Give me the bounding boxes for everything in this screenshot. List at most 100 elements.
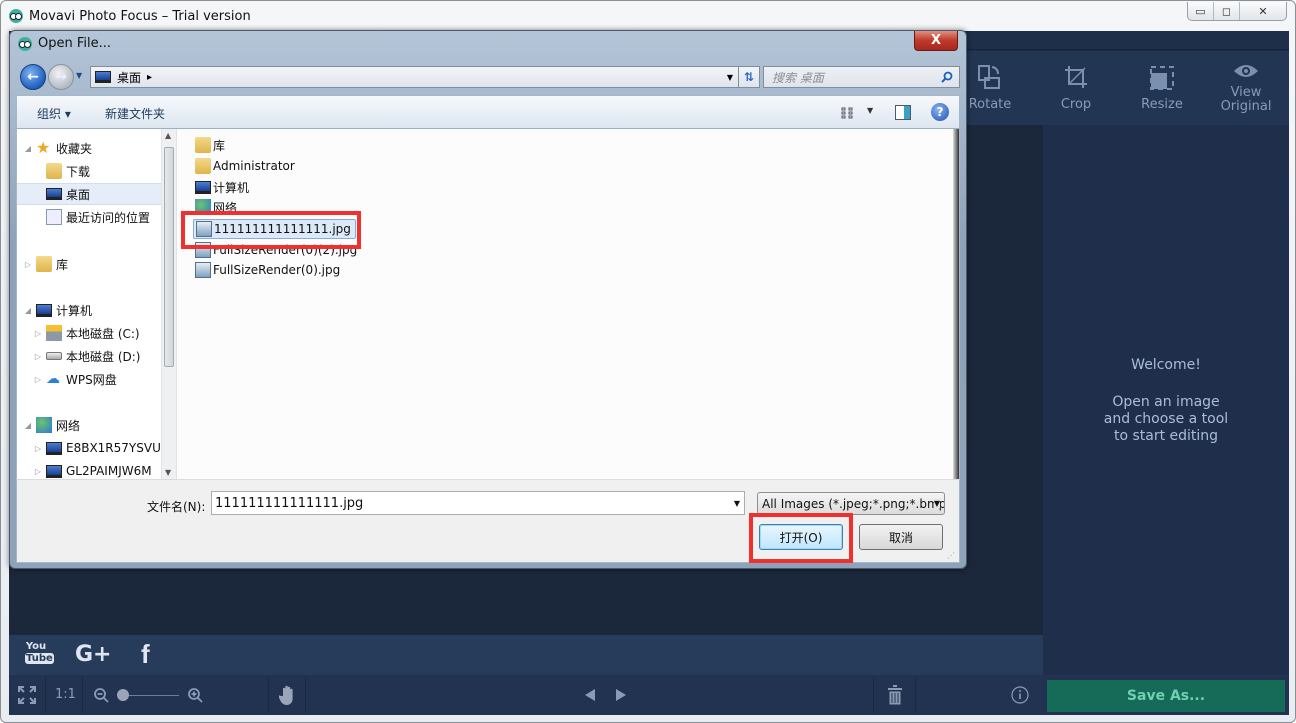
command-bar: 组织 ▾ 新建文件夹 ▼ ? — [16, 95, 960, 129]
star-icon: ★ — [36, 138, 51, 157]
nav-item-downloads[interactable]: 下载 — [43, 160, 90, 182]
nav-item-label: E8BX1R57YSVU — [66, 441, 161, 455]
bottom-toolbar: 1:1 Save As... — [9, 675, 1289, 715]
file-item-libraries[interactable]: 库 — [195, 135, 225, 155]
zoom-in-icon[interactable] — [187, 687, 203, 703]
filename-label: 文件名(N): — [147, 500, 206, 514]
recent-locations-dropdown-icon[interactable]: ▼ — [76, 71, 82, 80]
close-window-button[interactable]: ✕ — [1240, 2, 1286, 20]
refresh-button[interactable]: ⇅ — [738, 66, 760, 88]
nav-item-label: 下载 — [66, 164, 91, 179]
expand-arrow-icon[interactable]: ◢ — [23, 421, 33, 430]
file-name: 网络 — [213, 200, 238, 215]
welcome-message: Welcome! Open an image and choose a tool… — [1043, 357, 1289, 445]
scroll-up-icon[interactable]: ▲ — [165, 131, 171, 140]
trash-icon[interactable] — [887, 685, 903, 705]
expand-arrow-icon[interactable]: ▷ — [23, 260, 33, 269]
nav-item-network-pc-1[interactable]: ▷ E8BX1R57YSVU — [33, 437, 161, 459]
file-item-fullsizerender-0-2[interactable]: FullSizeRender(0)(2).jpg — [195, 240, 357, 260]
view-options-icon[interactable] — [841, 107, 855, 119]
address-dropdown-icon[interactable]: ▼ — [727, 73, 733, 82]
tool-resize[interactable]: Resize — [1119, 51, 1205, 125]
zoom-slider-handle[interactable] — [117, 689, 129, 701]
nav-item-libraries[interactable]: ▷ 库 — [23, 253, 68, 275]
dialog-navigation-row: ← → ▼ 桌面 ▸ ▼ ⇅ 搜索 桌面 — [16, 63, 960, 91]
nav-item-favorites[interactable]: ◢ ★ 收藏夹 — [23, 137, 92, 159]
file-item-fullsizerender-0[interactable]: FullSizeRender(0).jpg — [195, 260, 340, 280]
file-name: 库 — [213, 138, 226, 153]
file-item-network[interactable]: 网络 — [195, 197, 237, 217]
scroll-down-icon[interactable]: ▼ — [165, 468, 171, 477]
minimize-button[interactable]: ▭ — [1188, 2, 1214, 20]
nav-item-wps-cloud[interactable]: ▷ ☁ WPS网盘 — [33, 368, 117, 390]
help-icon[interactable]: ? — [931, 103, 949, 121]
tool-view-original[interactable]: View Original — [1203, 51, 1289, 125]
library-icon — [195, 137, 211, 153]
nav-item-drive-c[interactable]: ▷ 本地磁盘 (C:) — [33, 322, 140, 344]
nav-item-drive-d[interactable]: ▷ 本地磁盘 (D:) — [33, 345, 141, 367]
navigation-pane: ◢ ★ 收藏夹 下载 桌面 最近访问的位置 ▷ 库 ◢ 计算机 ▷ 本地磁盘 (C:) ▷… — [16, 129, 176, 479]
tool-crop[interactable]: Crop — [1033, 51, 1119, 125]
actual-size-button[interactable]: 1:1 — [55, 687, 76, 702]
fullscreen-icon[interactable] — [17, 685, 37, 705]
resize-grip-icon[interactable]: ⋰ — [947, 551, 955, 560]
expand-arrow-icon[interactable]: ▷ — [33, 375, 43, 384]
expand-arrow-icon[interactable]: ▷ — [33, 444, 43, 453]
search-icon[interactable] — [941, 71, 953, 83]
nav-item-desktop[interactable]: 桌面 — [17, 183, 168, 205]
view-dropdown-icon[interactable]: ▼ — [867, 106, 873, 115]
nav-item-computer[interactable]: ◢ 计算机 — [23, 299, 92, 321]
filename-input[interactable]: 111111111111111.jpg ▼ — [211, 491, 745, 515]
movavi-app-window: Movavi Photo Focus – Trial version ▭ ◻ ✕… — [0, 0, 1296, 723]
back-button[interactable]: ← — [20, 64, 46, 90]
nav-item-recent-places[interactable]: 最近访问的位置 — [43, 206, 150, 228]
expand-arrow-icon[interactable]: ◢ — [23, 144, 33, 153]
computer-icon — [195, 180, 211, 194]
file-item-computer[interactable]: 计算机 — [195, 177, 249, 197]
nav-item-label: 本地磁盘 (C:) — [66, 326, 140, 341]
organize-menu[interactable]: 组织 ▾ — [37, 105, 71, 122]
open-button[interactable]: 打开(O) — [759, 524, 843, 550]
maximize-button[interactable]: ◻ — [1214, 2, 1240, 20]
file-name: 111111111111111.jpg — [214, 222, 351, 236]
expand-arrow-icon[interactable]: ▷ — [33, 352, 43, 361]
nav-item-label: 计算机 — [56, 303, 93, 318]
filter-dropdown-icon[interactable]: ▼ — [933, 499, 940, 508]
expand-arrow-icon[interactable]: ◢ — [23, 306, 33, 315]
navigation-pane-scrollbar[interactable]: ▲ ▼ — [161, 129, 176, 479]
dialog-close-button[interactable]: X — [914, 31, 958, 51]
address-location[interactable]: 桌面 — [117, 69, 141, 86]
expand-arrow-icon[interactable]: ▷ — [33, 467, 43, 476]
forward-button[interactable]: → — [48, 64, 74, 90]
scrollbar-thumb[interactable] — [164, 147, 174, 367]
address-bar[interactable]: 桌面 ▸ ▼ — [90, 66, 740, 88]
previous-image-icon[interactable] — [584, 688, 596, 702]
expand-arrow-icon[interactable]: ▷ — [33, 329, 43, 338]
search-input[interactable]: 搜索 桌面 — [763, 66, 960, 88]
address-chevron-icon[interactable]: ▸ — [147, 72, 152, 83]
file-item-selected-jpg[interactable]: 111111111111111.jpg — [193, 219, 356, 239]
tool-resize-label: Resize — [1141, 97, 1183, 112]
nav-item-label: 库 — [56, 257, 69, 272]
tool-crop-label: Crop — [1060, 97, 1092, 112]
dialog-title: Open File... — [38, 36, 112, 51]
file-type-filter[interactable]: All Images (*.jpeg;*.png;*.bmp ▼ — [757, 492, 945, 515]
google-plus-icon[interactable]: G+ — [75, 642, 112, 667]
next-image-icon[interactable] — [615, 688, 627, 702]
cancel-button[interactable]: 取消 — [859, 524, 943, 550]
file-item-administrator[interactable]: Administrator — [195, 156, 295, 176]
info-icon[interactable] — [1011, 686, 1029, 704]
hand-pan-icon[interactable] — [279, 684, 297, 706]
dialog-footer: 文件名(N): 111111111111111.jpg ▼ All Images… — [16, 479, 960, 563]
youtube-icon[interactable]: You Tube — [25, 641, 54, 665]
new-folder-button[interactable]: 新建文件夹 — [105, 105, 165, 122]
save-as-button[interactable]: Save As... — [1047, 680, 1285, 712]
nav-item-network[interactable]: ◢ 网络 — [23, 414, 80, 436]
preview-pane-icon[interactable] — [895, 105, 911, 120]
nav-item-label: 收藏夹 — [56, 141, 93, 156]
nav-item-label: WPS网盘 — [66, 372, 117, 387]
zoom-out-icon[interactable] — [93, 687, 109, 703]
recent-places-icon — [46, 209, 62, 225]
facebook-icon[interactable]: f — [141, 639, 150, 670]
filename-dropdown-icon[interactable]: ▼ — [734, 499, 740, 508]
